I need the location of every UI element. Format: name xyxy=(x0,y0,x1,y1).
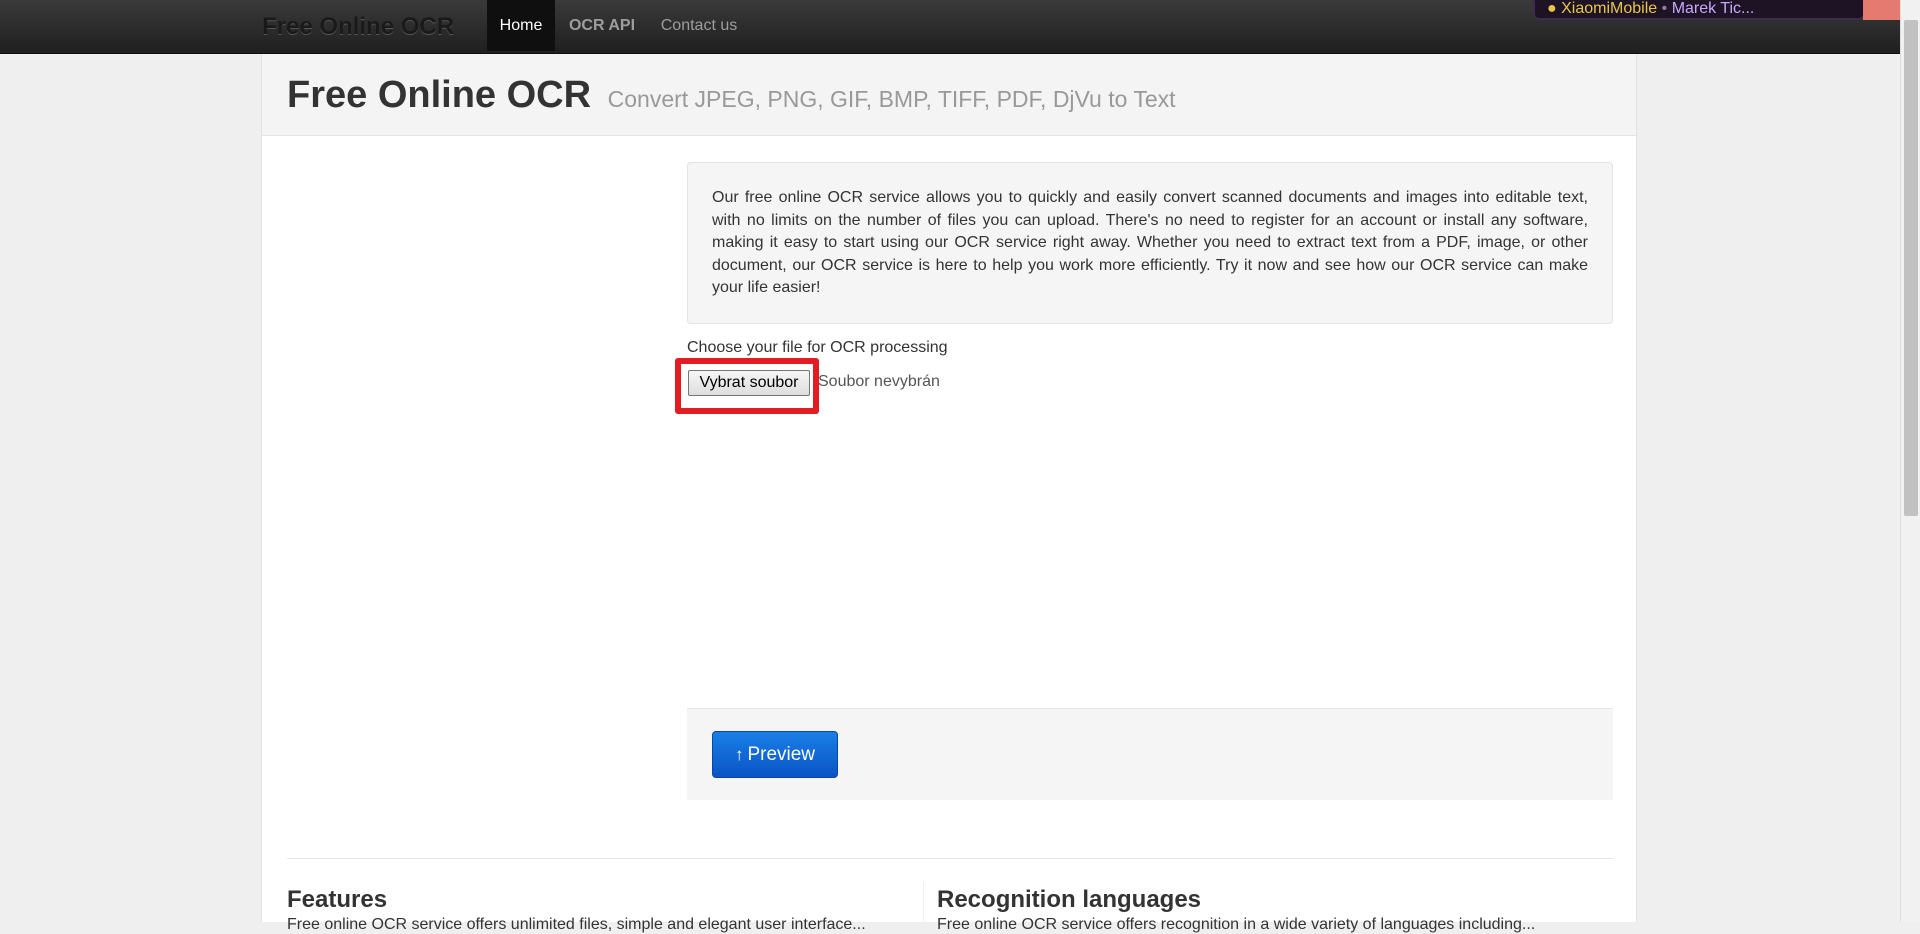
file-status-text: Soubor nevybrán xyxy=(818,373,940,390)
page-header: Free Online OCR Convert JPEG, PNG, GIF, … xyxy=(262,54,1636,136)
preview-button[interactable]: ↑ Preview xyxy=(712,731,838,778)
notification-source: XiaomiMobile xyxy=(1561,0,1658,17)
languages-heading: Recognition languages xyxy=(937,886,1202,913)
media-notification-pill[interactable]: ● XiaomiMobile • Marek Tic... xyxy=(1533,0,1865,20)
page-title-text: Free Online OCR xyxy=(287,74,592,116)
intro-description: Our free online OCR service allows you t… xyxy=(687,162,1613,324)
nav-contact-us[interactable]: Contact us xyxy=(660,0,738,51)
page-subtitle: Convert JPEG, PNG, GIF, BMP, TIFF, PDF, … xyxy=(607,86,1176,112)
upload-arrow-icon: ↑ xyxy=(734,744,744,764)
status-dot-icon: ● xyxy=(1547,0,1557,17)
page-container: Free Online OCR Convert JPEG, PNG, GIF, … xyxy=(261,54,1637,933)
notification-text: Marek Tic... xyxy=(1671,0,1755,17)
preview-button-label: Preview xyxy=(747,743,816,765)
form-actions: ↑ Preview xyxy=(687,708,1613,800)
notification-separator: • xyxy=(1661,0,1668,17)
file-input-label: Choose your file for OCR processing xyxy=(687,339,948,356)
brand-logo[interactable]: Free Online OCR xyxy=(262,13,454,41)
features-heading: Features xyxy=(287,886,388,913)
choose-file-button[interactable]: Vybrat soubor xyxy=(688,370,810,396)
nav-home[interactable]: Home xyxy=(487,0,555,51)
languages-text: Free online OCR service offers recogniti… xyxy=(937,916,1536,933)
features-text: Free online OCR service offers unlimited… xyxy=(287,916,866,933)
page-title: Free Online OCR Convert JPEG, PNG, GIF, … xyxy=(287,74,1176,117)
page-scrollbar[interactable] xyxy=(1900,0,1920,922)
scrollbar-thumb[interactable] xyxy=(1904,20,1918,516)
column-divider xyxy=(923,882,924,922)
nav-ocr-api[interactable]: OCR API xyxy=(568,0,636,51)
section-divider xyxy=(287,858,1613,859)
